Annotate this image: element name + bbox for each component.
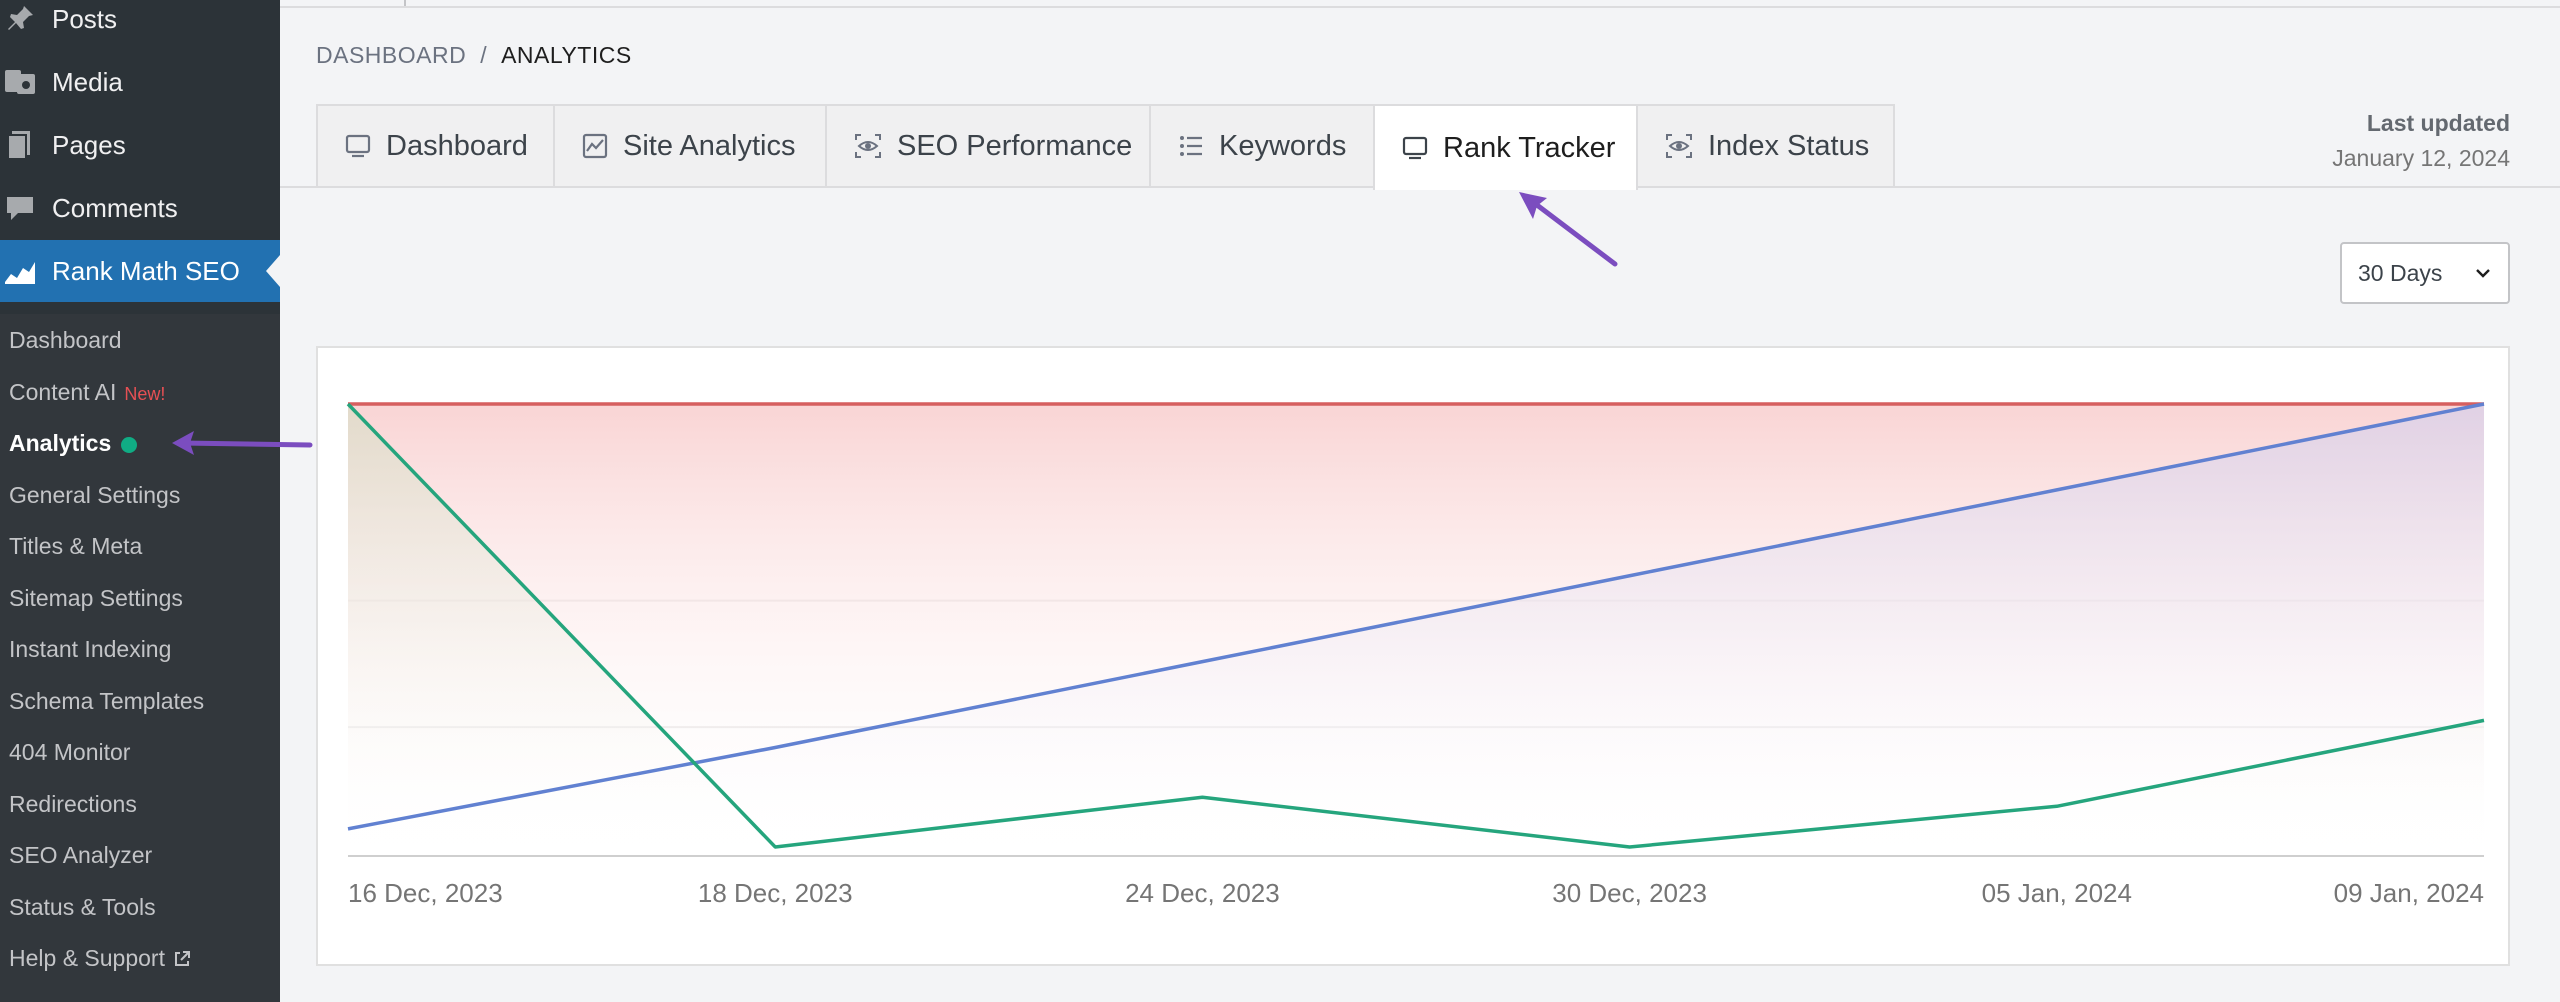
submenu-label: Status & Tools	[9, 894, 156, 920]
breadcrumb-separator: /	[480, 42, 488, 68]
submenu-label: General Settings	[9, 482, 181, 508]
tab-index-status[interactable]: Index Status	[1636, 104, 1895, 188]
submenu-label: Instant Indexing	[9, 636, 172, 662]
submenu-label: Help & Support	[9, 945, 165, 971]
pin-icon	[2, 1, 38, 37]
chart-svg: 16 Dec, 2023 18 Dec, 2023 24 Dec, 2023 30 D…	[346, 402, 2485, 908]
tab-dashboard[interactable]: Dashboard	[316, 104, 555, 188]
rank-math-icon	[2, 253, 38, 289]
submenu-sitemap-settings[interactable]: Sitemap Settings	[9, 578, 183, 618]
tab-label: Rank Tracker	[1443, 131, 1616, 164]
breadcrumb-parent[interactable]: DASHBOARD	[316, 42, 466, 68]
media-icon	[2, 64, 38, 100]
submenu-label: 404 Monitor	[9, 739, 131, 765]
date-range-select[interactable]: 30 Days	[2340, 242, 2510, 304]
rank-math-submenu: Dashboard Content AI New! Analytics Gener…	[0, 314, 280, 1002]
submenu-dashboard[interactable]: Dashboard	[9, 320, 122, 360]
menu-label: Pages	[52, 129, 126, 160]
chevron-down-icon	[2472, 262, 2494, 290]
menu-item-pages[interactable]: Pages	[0, 114, 280, 176]
submenu-titles-meta[interactable]: Titles & Meta	[9, 526, 142, 566]
submenu-label: Redirections	[9, 791, 137, 817]
active-indicator	[266, 255, 280, 287]
list-icon	[1177, 132, 1205, 160]
x-tick-label: 24 Dec, 2023	[1125, 878, 1280, 908]
new-badge: New!	[124, 384, 166, 404]
last-updated: Last updated January 12, 2024	[2332, 106, 2510, 176]
menu-item-comments[interactable]: Comments	[0, 177, 280, 239]
annotation-arrow	[172, 431, 313, 455]
menu-item-media[interactable]: Media	[0, 51, 280, 113]
line-chart-icon	[581, 132, 609, 160]
tab-label: Site Analytics	[623, 129, 796, 162]
menu-label: Comments	[52, 192, 178, 223]
menu-item-posts[interactable]: Posts	[0, 0, 280, 50]
breadcrumb: DASHBOARD / ANALYTICS	[316, 42, 632, 69]
submenu-seo-analyzer[interactable]: SEO Analyzer	[9, 835, 152, 875]
submenu-label: SEO Analyzer	[9, 842, 153, 868]
menu-item-rank-math-seo[interactable]: Rank Math SEO	[0, 240, 280, 302]
pages-icon	[2, 127, 38, 163]
submenu-schema-templates[interactable]: Schema Templates	[9, 681, 204, 721]
submenu-404-monitor[interactable]: 404 Monitor	[9, 732, 130, 772]
tab-seo-performance[interactable]: SEO Performance	[825, 104, 1151, 188]
submenu-help-support[interactable]: Help & Support	[9, 938, 191, 978]
x-tick-label: 05 Jan, 2024	[1982, 878, 2132, 908]
top-divider	[280, 0, 2560, 8]
submenu-label: Dashboard	[9, 327, 122, 353]
date-range-value: 30 Days	[2358, 259, 2443, 286]
submenu-general-settings[interactable]: General Settings	[9, 475, 180, 515]
menu-label: Rank Math SEO	[52, 255, 240, 286]
eye-scan-icon	[853, 132, 883, 160]
menu-label: Media	[52, 66, 123, 97]
external-link-icon	[173, 940, 191, 980]
menu-label: Posts	[52, 3, 118, 34]
submenu-label: Titles & Meta	[9, 533, 143, 559]
submenu-analytics[interactable]: Analytics	[9, 423, 138, 463]
tab-label: Dashboard	[386, 129, 528, 162]
submenu-redirections[interactable]: Redirections	[9, 784, 137, 824]
tab-rank-tracker[interactable]: Rank Tracker	[1373, 104, 1638, 190]
top-separator	[404, 0, 406, 6]
x-tick-label: 30 Dec, 2023	[1552, 878, 1707, 908]
submenu-instant-indexing[interactable]: Instant Indexing	[9, 629, 171, 669]
submenu-label: Schema Templates	[9, 688, 205, 714]
submenu-content-ai[interactable]: Content AI New!	[9, 372, 165, 412]
tab-site-analytics[interactable]: Site Analytics	[553, 104, 827, 188]
status-dot	[121, 436, 138, 453]
monitor-icon	[344, 132, 372, 160]
monitor-icon	[1401, 134, 1429, 162]
rank-tracker-chart: 16 Dec, 2023 18 Dec, 2023 24 Dec, 2023 30 D…	[316, 346, 2510, 966]
submenu-label: Analytics	[9, 430, 112, 456]
submenu-status-tools[interactable]: Status & Tools	[9, 887, 156, 927]
last-updated-date: January 12, 2024	[2332, 145, 2510, 171]
tab-keywords[interactable]: Keywords	[1149, 104, 1375, 188]
comments-icon	[2, 190, 38, 226]
tab-label: Index Status	[1708, 129, 1870, 162]
tab-label: Keywords	[1219, 129, 1347, 162]
x-tick-label: 18 Dec, 2023	[698, 878, 853, 908]
eye-scan-icon	[1664, 132, 1694, 160]
annotation-arrow	[1519, 192, 1618, 267]
submenu-label: Sitemap Settings	[9, 585, 183, 611]
last-updated-label: Last updated	[2366, 110, 2510, 136]
x-tick-label: 16 Dec, 2023	[348, 878, 503, 908]
tab-label: SEO Performance	[897, 129, 1133, 162]
x-tick-label: 09 Jan, 2024	[2334, 878, 2484, 908]
submenu-label: Content AI	[9, 379, 117, 405]
breadcrumb-current: ANALYTICS	[501, 42, 632, 68]
admin-sidebar: Posts Media Pages Comments Rank Math SEO…	[0, 0, 280, 1002]
